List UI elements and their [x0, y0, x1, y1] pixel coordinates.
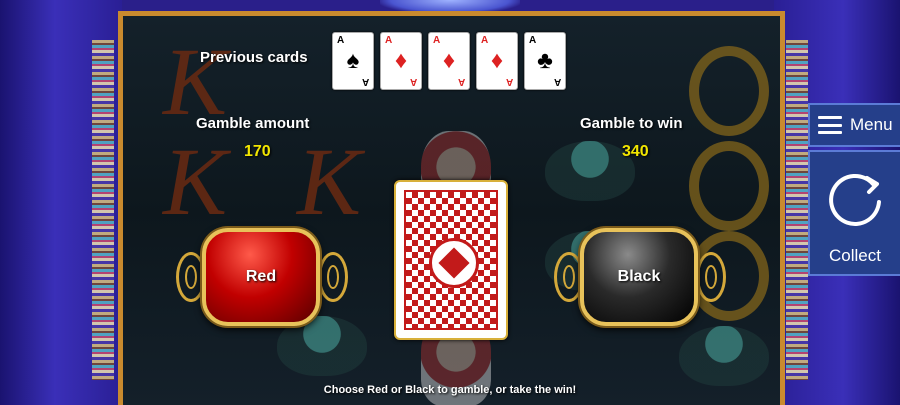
menu-button-label: Menu: [850, 115, 893, 134]
gamble-to-win-value: 340: [622, 143, 649, 160]
previous-card: A ♦ A: [380, 32, 422, 90]
gamble-amount-label: Gamble amount: [196, 115, 310, 132]
reel-symbol: [689, 141, 769, 231]
card-rank: A: [553, 76, 561, 87]
black-button[interactable]: Black: [580, 228, 698, 326]
collect-circular-arrow-icon: [829, 173, 881, 226]
card-rank: A: [433, 35, 441, 46]
face-down-card: [394, 180, 508, 340]
card-rank: A: [505, 76, 513, 87]
reel-symbol: [689, 46, 769, 136]
instruction-text: Choose Red or Black to gamble, or take t…: [323, 384, 577, 396]
card-back-rosette-icon: [429, 238, 479, 288]
card-suit-icon: ♦: [394, 47, 408, 74]
card-rank: A: [337, 35, 345, 46]
previous-card: A ♦ A: [428, 32, 470, 90]
previous-card: A ♣ A: [524, 32, 566, 90]
card-rank: A: [529, 35, 537, 46]
collect-button-label: Collect: [829, 246, 881, 265]
card-suit-icon: ♠: [346, 47, 360, 74]
card-rank: A: [457, 76, 465, 87]
card-back-pattern: [404, 190, 498, 330]
reel-symbol: K: [163, 128, 228, 235]
reel-symbol: [679, 326, 769, 386]
card-suit-icon: ♦: [442, 47, 456, 74]
reel-symbol: K: [297, 128, 362, 235]
card-suit-icon: ♦: [490, 47, 504, 74]
card-suit-icon: ♣: [537, 47, 553, 74]
right-decorative-pillar: [786, 40, 808, 380]
red-button[interactable]: Red: [202, 228, 320, 326]
card-rank: A: [481, 35, 489, 46]
collect-button[interactable]: Collect: [808, 150, 900, 276]
previous-card: A ♦ A: [476, 32, 518, 90]
reel-5: [659, 16, 780, 405]
gamble-amount-value: 170: [244, 143, 271, 160]
menu-button[interactable]: Menu: [808, 103, 900, 147]
gamble-to-win-label: Gamble to win: [580, 115, 683, 132]
scroll-ornament-icon: [318, 252, 348, 302]
card-rank: A: [409, 76, 417, 87]
previous-card: A ♠ A: [332, 32, 374, 90]
left-decorative-pillar: [92, 40, 114, 380]
reel-1: K K: [123, 16, 259, 405]
hamburger-menu-icon: [818, 116, 842, 134]
previous-cards-row: A ♠ A A ♦ A A ♦ A A ♦ A A ♣ A: [332, 32, 566, 90]
card-rank: A: [385, 35, 393, 46]
card-rank: A: [361, 76, 369, 87]
scroll-ornament-icon: [696, 252, 726, 302]
previous-cards-label: Previous cards: [200, 49, 308, 66]
